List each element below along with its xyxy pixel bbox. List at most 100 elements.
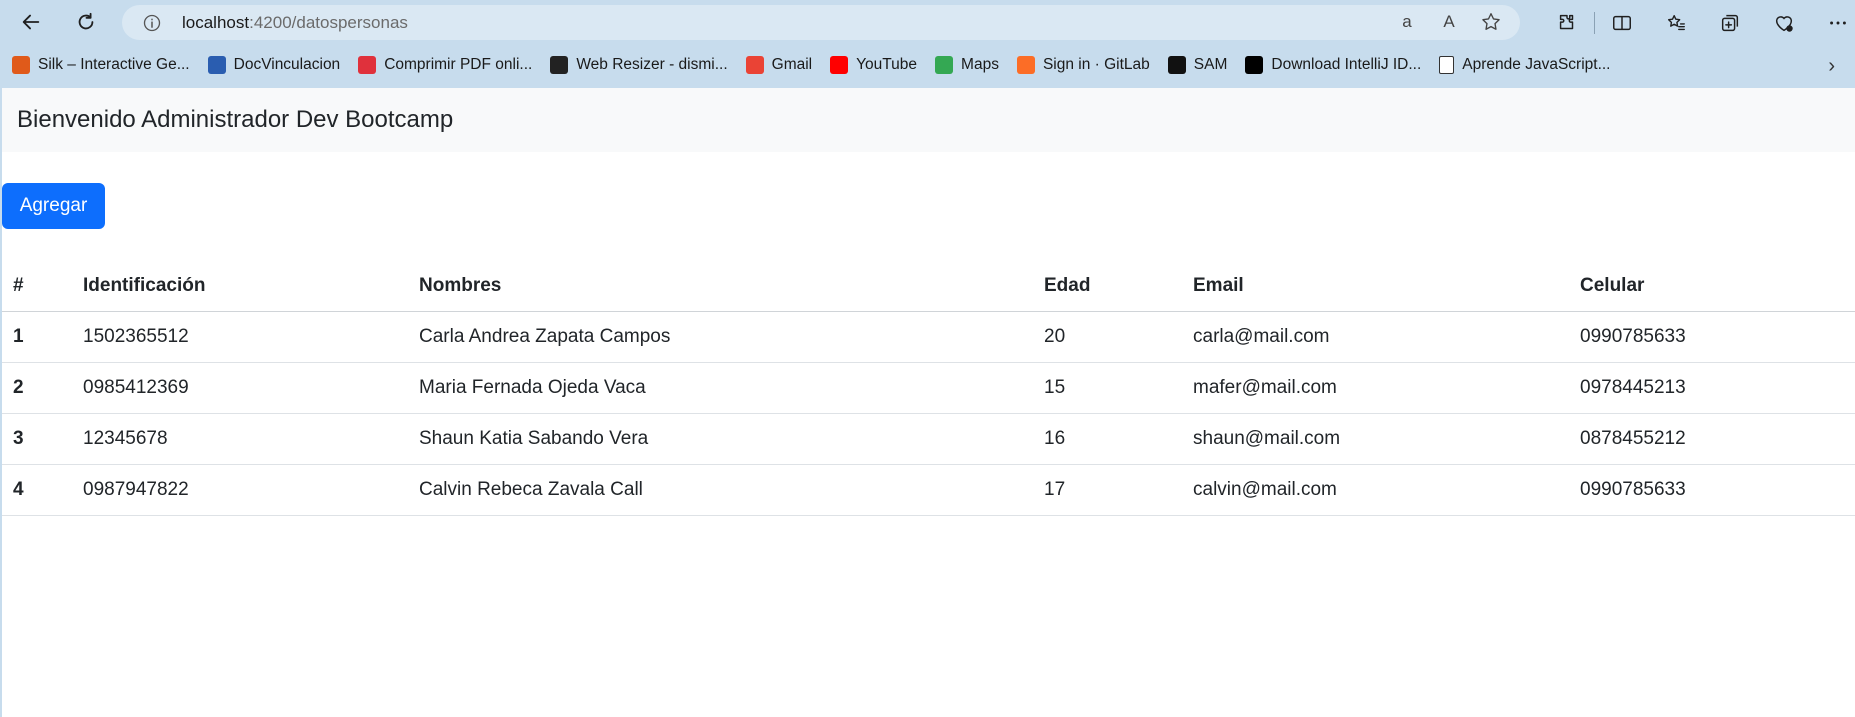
table-cell: 0978445213 xyxy=(1569,362,1855,414)
bookmark-label: Gmail xyxy=(771,56,813,73)
split-screen-icon xyxy=(1613,15,1631,31)
settings-more-button[interactable] xyxy=(1811,4,1855,42)
bookmark-label: Aprende JavaScript... xyxy=(1462,56,1611,73)
column-header: Celular xyxy=(1569,260,1855,312)
bookmark-label: Maps xyxy=(961,56,999,73)
maps-icon xyxy=(935,56,954,74)
table-cell: 0985412369 xyxy=(72,362,408,414)
table-cell: 15 xyxy=(1033,362,1182,414)
table-cell: Carla Andrea Zapata Campos xyxy=(408,311,1033,363)
table-cell: Shaun Katia Sabando Vera xyxy=(408,413,1033,465)
collections-button[interactable] xyxy=(1703,4,1757,42)
table-cell: 1 xyxy=(2,311,72,363)
bookmark-item[interactable]: SAM xyxy=(1167,56,1228,74)
heart-pulse-icon xyxy=(1775,16,1793,32)
url-host: localhost xyxy=(182,12,250,32)
bookmark-label: Silk – Interactive Ge... xyxy=(38,56,190,73)
personas-table: # Identificación Nombres Edad Email Celular 1… xyxy=(2,260,1855,516)
bookmark-item[interactable]: Silk – Interactive Ge... xyxy=(12,56,190,74)
column-header: Edad xyxy=(1033,260,1182,312)
bookmark-label: Download IntelliJ ID... xyxy=(1271,56,1422,73)
bookmark-item[interactable]: Download IntelliJ ID... xyxy=(1245,56,1421,74)
table-cell: 16 xyxy=(1033,413,1182,465)
bookmark-label: YouTube xyxy=(856,56,918,73)
column-header: # xyxy=(2,260,72,312)
intellij-icon xyxy=(1245,56,1264,74)
ug-icon xyxy=(207,56,226,74)
collections-icon xyxy=(1721,14,1739,32)
bookmark-label: Comprimir PDF onli... xyxy=(384,56,533,73)
url-path: :4200/datospersonas xyxy=(249,12,408,32)
gitlab-icon xyxy=(1016,56,1035,74)
table-cell: 20 xyxy=(1033,311,1182,363)
bookmark-label: SAM xyxy=(1193,56,1228,73)
bookmark-item[interactable]: Comprimir PDF onli... xyxy=(358,56,532,74)
refresh-icon xyxy=(78,12,94,30)
bookmark-item[interactable]: Web Resizer - dismi... xyxy=(550,56,728,74)
chevron-right-icon[interactable]: › xyxy=(1828,55,1835,78)
youtube-icon xyxy=(830,56,849,74)
table-row: 3 12345678 Shaun Katia Sabando Vera 16 shaun… xyxy=(2,413,1855,465)
column-header: Identificación xyxy=(72,260,408,312)
more-dots-icon xyxy=(1830,21,1846,25)
bookmark-label: Sign in · GitLab xyxy=(1042,56,1150,73)
back-arrow-icon xyxy=(22,14,40,30)
site-info-icon[interactable] xyxy=(142,13,162,33)
table-cell: 12345678 xyxy=(72,413,408,465)
table-cell: 0990785633 xyxy=(1569,464,1855,516)
translate-icon[interactable]: a xyxy=(1396,11,1418,33)
bookmark-label: DocVinculacion xyxy=(233,56,341,73)
table-cell: shaun@mail.com xyxy=(1182,413,1569,465)
address-bar[interactable]: localhost:4200/datospersonas a A xyxy=(122,5,1520,40)
bookmark-item[interactable]: YouTube xyxy=(830,56,917,74)
browser-essentials-button[interactable] xyxy=(1757,4,1811,42)
read-aloud-icon[interactable]: A xyxy=(1438,11,1460,33)
back-button[interactable] xyxy=(12,3,50,41)
bookmarks-bar: Silk – Interactive Ge... DocVinculacion Co… xyxy=(0,46,1855,84)
silk-icon xyxy=(12,56,30,74)
read-aloud-label: A xyxy=(1443,12,1455,31)
page-icon xyxy=(1439,56,1455,74)
favorite-star-icon[interactable] xyxy=(1480,11,1502,33)
navbar: Bienvenido Administrador Dev Bootcamp xyxy=(2,88,1855,152)
column-header: Nombres xyxy=(408,260,1033,312)
bookmark-item[interactable]: Maps xyxy=(935,56,999,74)
home-icon xyxy=(1167,56,1186,74)
table-body: 1 1502365512 Carla Andrea Zapata Campos 20 c… xyxy=(2,311,1855,516)
extensions-button[interactable] xyxy=(1540,4,1594,42)
table-cell: 2 xyxy=(2,362,72,414)
heart-icon xyxy=(358,56,377,74)
bookmark-item[interactable]: DocVinculacion xyxy=(207,56,341,74)
table-cell: mafer@mail.com xyxy=(1182,362,1569,414)
table-row: 4 0987947822 Calvin Rebeca Zavala Call 17 ca… xyxy=(2,464,1855,516)
table-cell: 4 xyxy=(2,464,72,516)
bookmark-item[interactable]: Gmail xyxy=(745,56,813,74)
browser-toolbar: localhost:4200/datospersonas a A xyxy=(0,0,1855,45)
table-cell: 0878455212 xyxy=(1569,413,1855,465)
table-cell: 0990785633 xyxy=(1569,311,1855,363)
table-cell: 0987947822 xyxy=(72,464,408,516)
table-cell: 1502365512 xyxy=(72,311,408,363)
table-row: 1 1502365512 Carla Andrea Zapata Campos 20 c… xyxy=(2,311,1855,363)
translate-label: a xyxy=(1402,12,1412,31)
favorites-star-list-icon xyxy=(1667,14,1685,31)
refresh-button[interactable] xyxy=(67,3,105,41)
url-text[interactable]: localhost:4200/datospersonas xyxy=(182,13,408,33)
table-row: 2 0985412369 Maria Fernada Ojeda Vaca 15 maf… xyxy=(2,362,1855,414)
table-cell: carla@mail.com xyxy=(1182,311,1569,363)
favorites-button[interactable] xyxy=(1649,4,1703,42)
gmail-icon xyxy=(745,56,764,74)
split-screen-button[interactable] xyxy=(1595,4,1649,42)
table-cell: 3 xyxy=(2,413,72,465)
page-content: Bienvenido Administrador Dev Bootcamp Ag… xyxy=(2,88,1855,717)
bookmark-item[interactable]: Sign in · GitLab xyxy=(1016,56,1150,74)
table-header-row: # Identificación Nombres Edad Email Celular xyxy=(2,260,1855,312)
table-cell: Maria Fernada Ojeda Vaca xyxy=(408,362,1033,414)
table-cell: Calvin Rebeca Zavala Call xyxy=(408,464,1033,516)
table-cell: 17 xyxy=(1033,464,1182,516)
web-resizer-icon xyxy=(550,56,569,74)
puzzle-icon xyxy=(1559,14,1574,30)
add-button[interactable]: Agregar xyxy=(2,183,105,229)
navbar-brand[interactable]: Bienvenido Administrador Dev Bootcamp xyxy=(17,106,453,134)
bookmark-item[interactable]: Aprende JavaScript... xyxy=(1439,56,1611,74)
